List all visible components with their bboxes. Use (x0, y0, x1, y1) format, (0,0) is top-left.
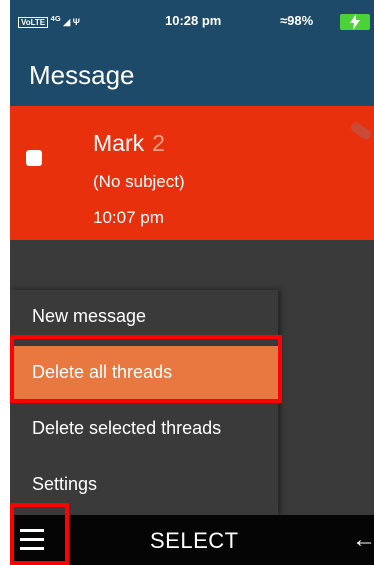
usb-icon: Ψ (72, 17, 80, 27)
charging-bolt-icon (350, 14, 360, 30)
app-header: Message (10, 48, 374, 106)
thread-time: 10:07 pm (93, 208, 164, 227)
signal-icon: ◢ (63, 17, 71, 27)
back-arrow-icon[interactable]: ← (352, 526, 374, 554)
message-thread-item[interactable]: Mark 2 (No subject) 10:07 pm (10, 106, 374, 240)
page-title: Message (29, 60, 135, 90)
thread-subject: (No subject) (93, 172, 185, 191)
phone-screen: VoLTE 4G ◢ Ψ 10:28 pm ≈98% Message Mark 2… (10, 0, 374, 565)
network-indicator: VoLTE 4G ◢ Ψ (18, 14, 80, 28)
select-softkey[interactable]: SELECT (150, 528, 239, 554)
network-type: 4G (50, 14, 61, 23)
menu-item-label: Settings (32, 474, 98, 494)
attachment-icon (349, 120, 373, 142)
message-count: 2 (152, 130, 165, 156)
contact-name: Mark (93, 130, 145, 156)
thread-checkbox[interactable] (26, 150, 42, 166)
thread-contact: Mark 2 (93, 130, 165, 157)
menu-item-delete-selected-threads[interactable]: Delete selected threads (10, 402, 278, 458)
menu-item-label: New message (32, 306, 147, 326)
battery-icon (340, 14, 370, 30)
status-bar: VoLTE 4G ◢ Ψ 10:28 pm ≈98% (10, 0, 374, 48)
highlight-menu-button (10, 503, 69, 565)
battery-percentage: ≈98% (280, 13, 314, 28)
volte-icon: VoLTE (18, 17, 49, 28)
highlight-delete-all-threads (10, 335, 282, 403)
status-time: 10:28 pm (165, 13, 222, 28)
menu-item-label: Delete selected threads (32, 418, 222, 438)
